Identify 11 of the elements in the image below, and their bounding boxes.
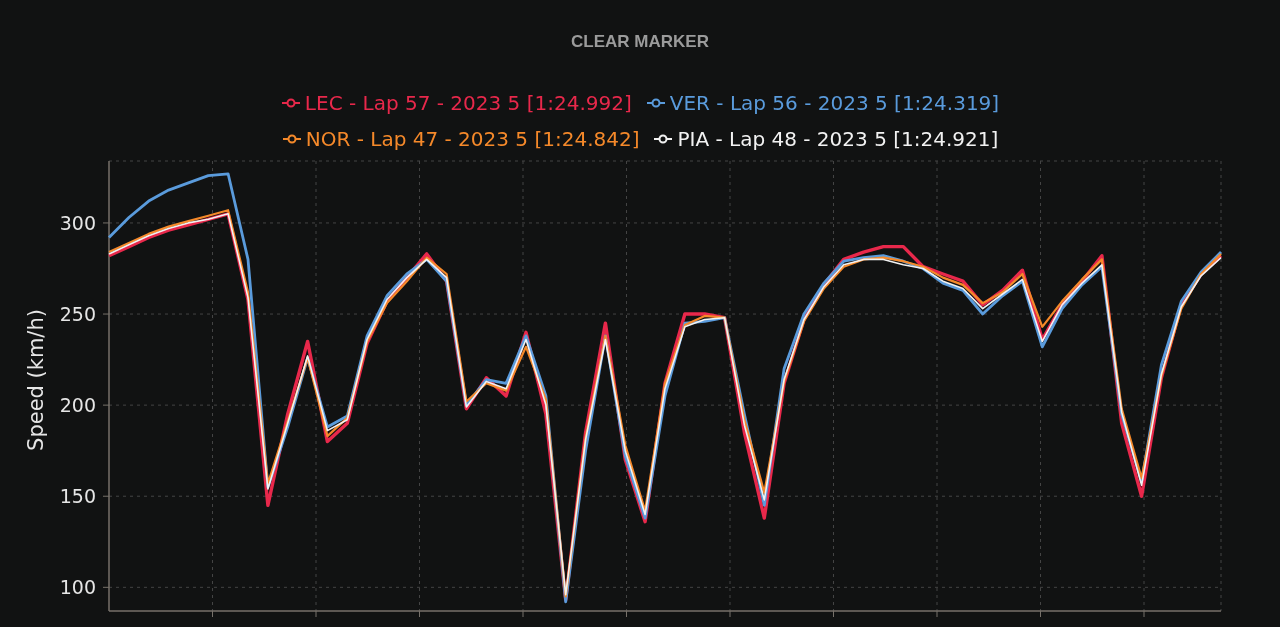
legend-item[interactable]: NOR - Lap 47 - 2023 5 [1:24.842] [281,124,640,154]
legend-item[interactable]: PIA - Lap 48 - 2023 5 [1:24.921] [653,124,999,154]
clear-marker-button[interactable]: CLEAR MARKER [565,30,715,54]
y-tick-label: 150 [59,485,96,508]
y-tick-label: 200 [59,394,96,417]
legend-item[interactable]: LEC - Lap 57 - 2023 5 [1:24.992] [280,88,632,118]
y-tick-label: 250 [59,303,96,326]
y-tick-label: 100 [59,576,96,599]
legend-item[interactable]: VER - Lap 56 - 2023 5 [1:24.319] [645,88,1000,118]
y-axis-title: Speed (km/h) [24,309,48,451]
y-tick-label: 300 [59,211,96,234]
